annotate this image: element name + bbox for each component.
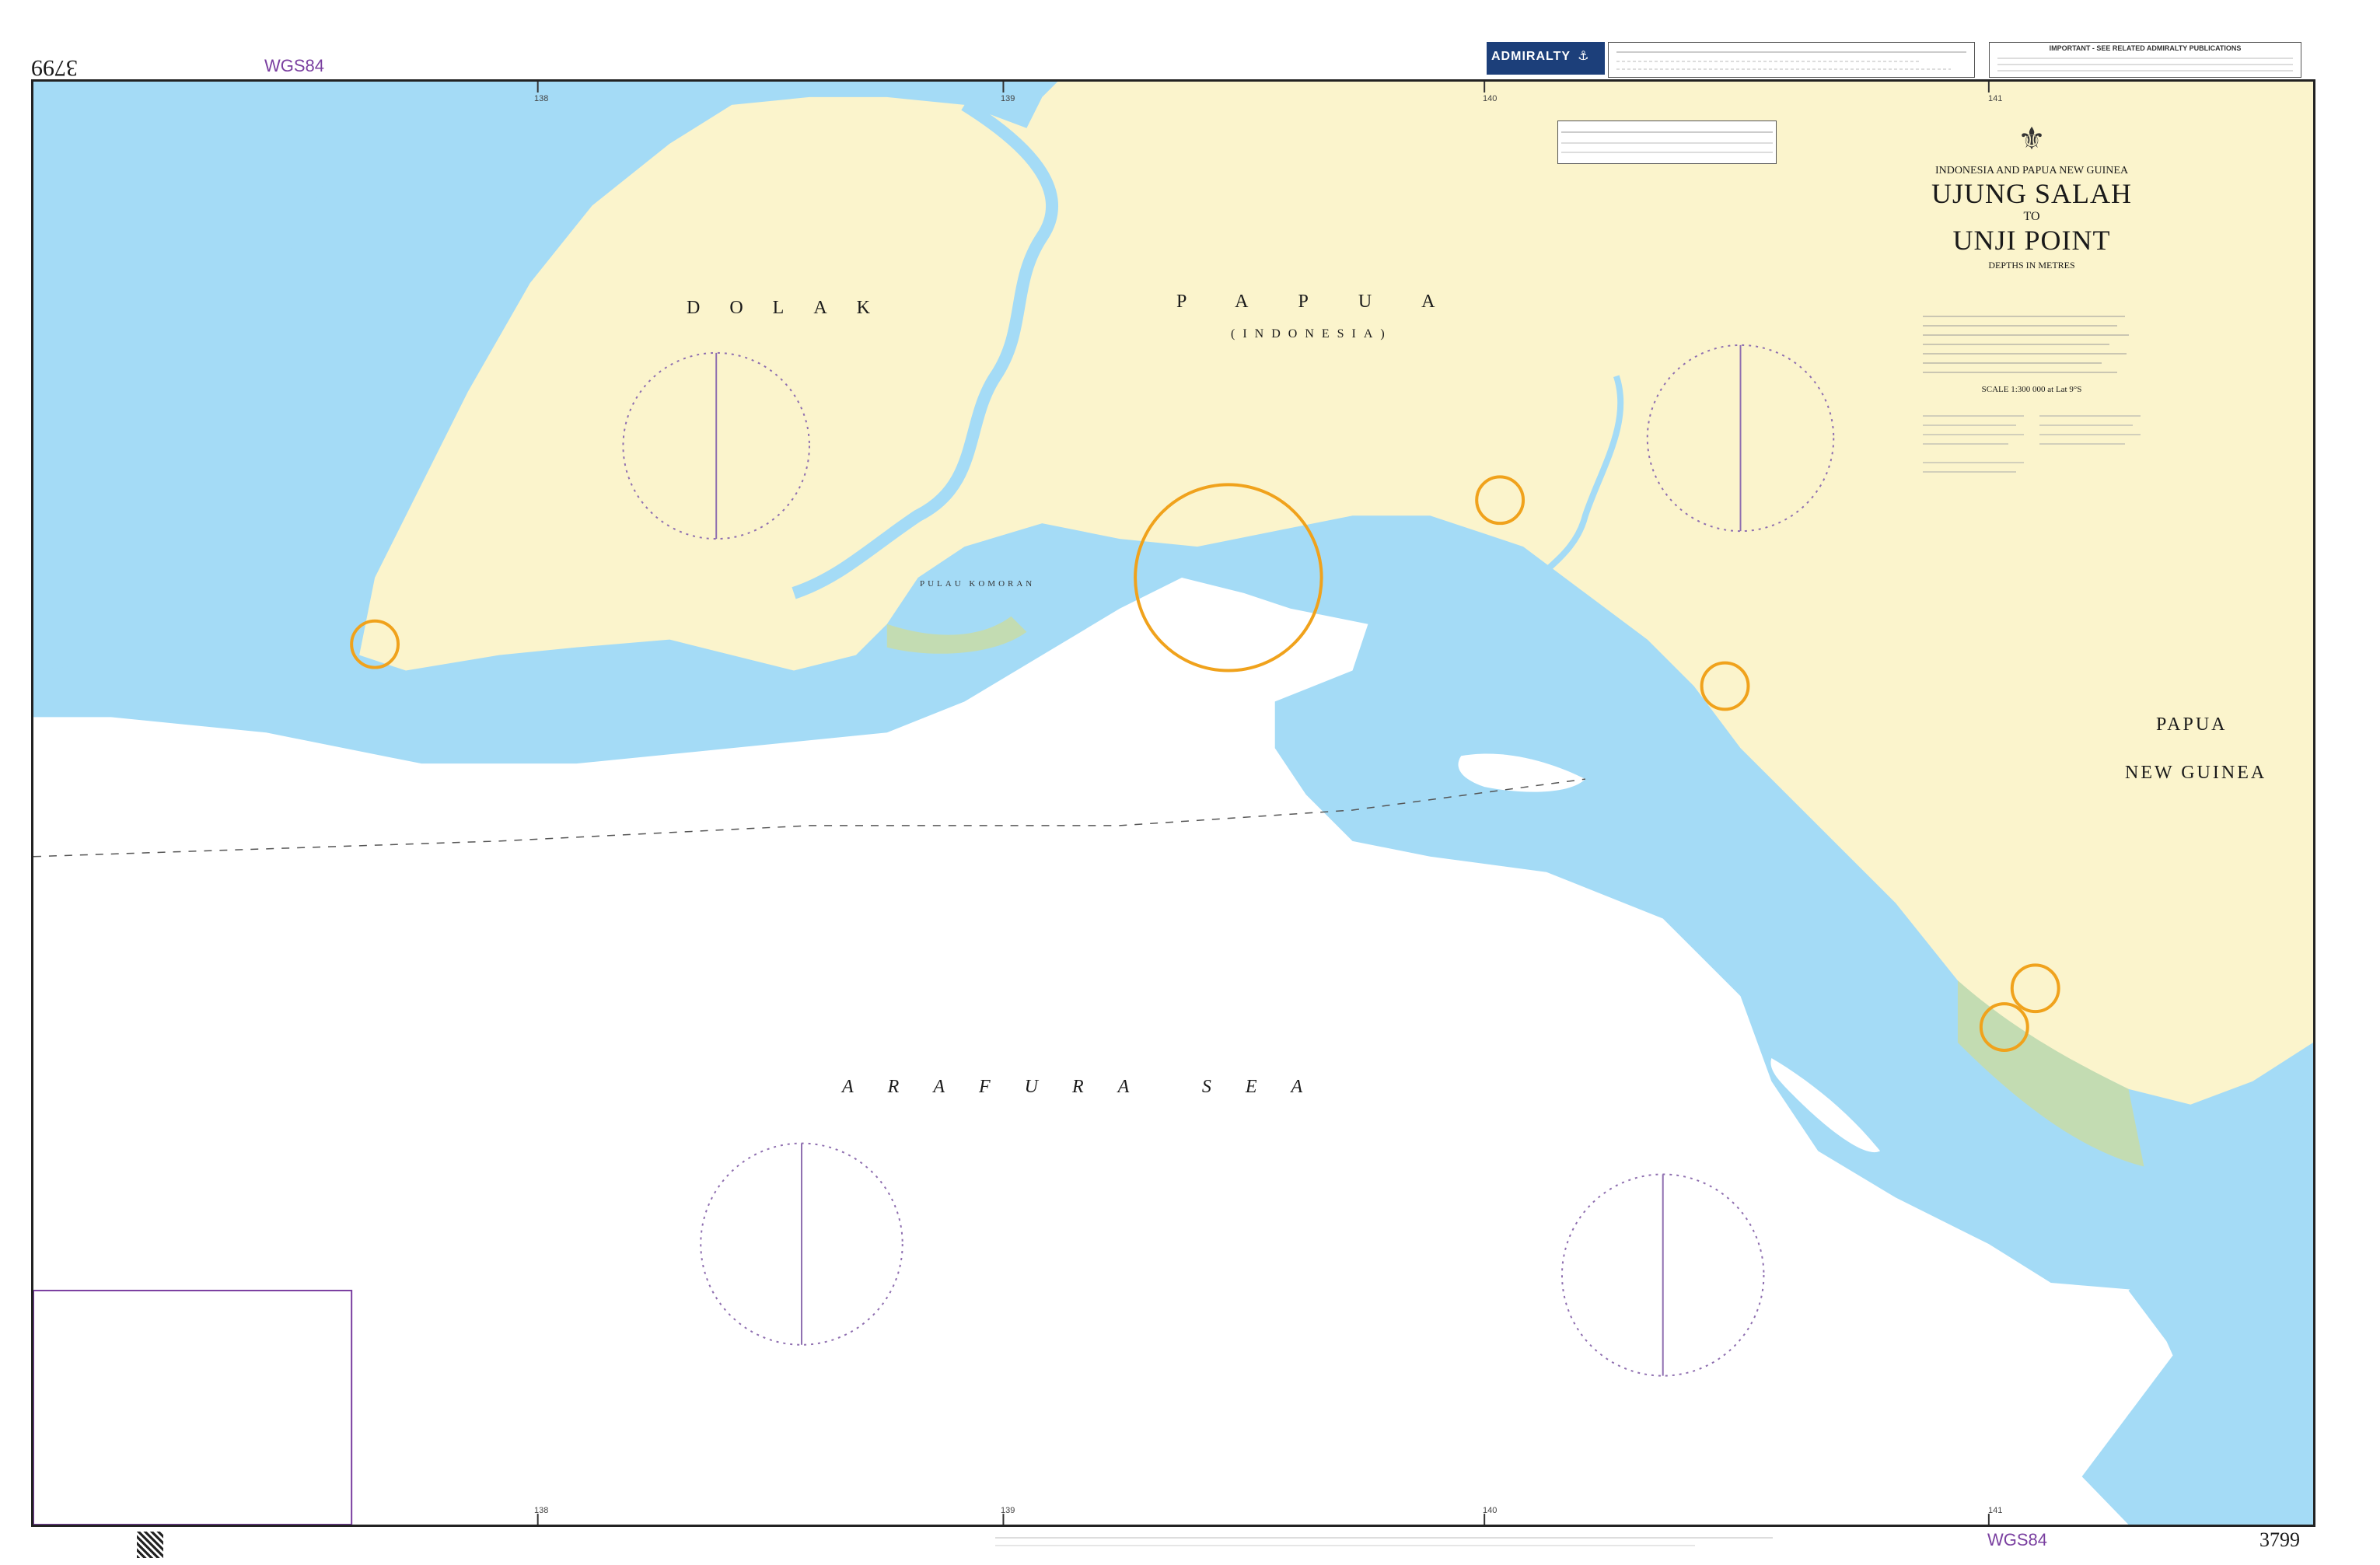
admiralty-brand-text: ADMIRALTY — [1491, 50, 1571, 63]
graticule-top-138: 138 — [534, 94, 549, 103]
label-png-2: NEW GUINEA — [2125, 763, 2267, 783]
anchor-icon: ⚓ — [1578, 50, 1590, 63]
label-dolak: DOLAK — [687, 298, 900, 318]
admiralty-logo: ADMIRALTY ⚓ — [1487, 42, 1605, 75]
crest-icon: ⚜ — [2018, 121, 2046, 156]
graticule-top-139: 139 — [1001, 94, 1015, 103]
chart-number-bottom: 3799 — [2259, 1528, 2300, 1551]
notice-lines — [1997, 58, 2293, 72]
datum-label-bottom: WGS84 — [1987, 1530, 2048, 1549]
notes-lines-1 — [1923, 316, 2129, 373]
label-pulau: PULAU KOMORAN — [920, 579, 1036, 589]
notes-block-2 — [1923, 408, 2141, 501]
label-png-1: PAPUA — [2156, 714, 2228, 735]
title-block: ⚜ INDONESIA AND PAPUA NEW GUINEA UJUNG S… — [1915, 121, 2148, 271]
inset-box — [33, 1289, 353, 1525]
chart-depths: DEPTHS IN METRES — [1988, 260, 2075, 271]
label-arafura-sea: ARAFURA SEA — [842, 1077, 1337, 1097]
notice-box: IMPORTANT - SEE RELATED ADMIRALTY PUBLIC… — [1989, 42, 2301, 78]
notes-block-1 — [1923, 312, 2133, 382]
notes-lines-2 — [1923, 415, 2141, 473]
graticule-top-141: 141 — [1988, 94, 2003, 103]
sandbank-1 — [1011, 669, 1192, 714]
compass-rose-3 — [700, 1142, 903, 1346]
datum-shift-table-lines — [1561, 131, 1773, 153]
graticule-bottom-141: 141 — [1988, 1506, 2003, 1515]
footer-text-lines — [995, 1537, 1773, 1546]
graticule-bottom-138: 138 — [534, 1506, 549, 1515]
chart-frame: 138 139 140 141 138 139 140 141 DOLAK PA… — [31, 79, 2315, 1527]
notice-title: IMPORTANT - SEE RELATED ADMIRALTY PUBLIC… — [2049, 44, 2242, 52]
header-info-lines — [1616, 51, 1966, 70]
footer-qr — [137, 1532, 163, 1558]
chart-title-line1: UJUNG SALAH — [1931, 178, 2132, 209]
chart-title-to: TO — [2023, 210, 2040, 223]
graticule-bottom-139: 139 — [1001, 1506, 1015, 1515]
chart-scale: SCALE 1:300 000 at Lat 9°S — [1981, 385, 2082, 394]
header-info-box — [1608, 42, 1975, 78]
datum-shift-table — [1557, 121, 1777, 164]
chart-region: INDONESIA AND PAPUA NEW GUINEA — [1934, 165, 2129, 176]
datum-label-top: WGS84 — [264, 56, 325, 75]
chart-title-line2: UNJI POINT — [1952, 225, 2111, 256]
compass-rose-4 — [1560, 1173, 1765, 1377]
chart-map[interactable] — [33, 82, 2313, 1525]
label-indonesia: (INDONESIA) — [1231, 327, 1393, 341]
chart-number-inverted: 3799 — [31, 55, 78, 81]
graticule-top-140: 140 — [1483, 94, 1498, 103]
graticule-bottom-140: 140 — [1483, 1506, 1498, 1515]
label-papua-north: PAPUA — [1176, 292, 1485, 312]
